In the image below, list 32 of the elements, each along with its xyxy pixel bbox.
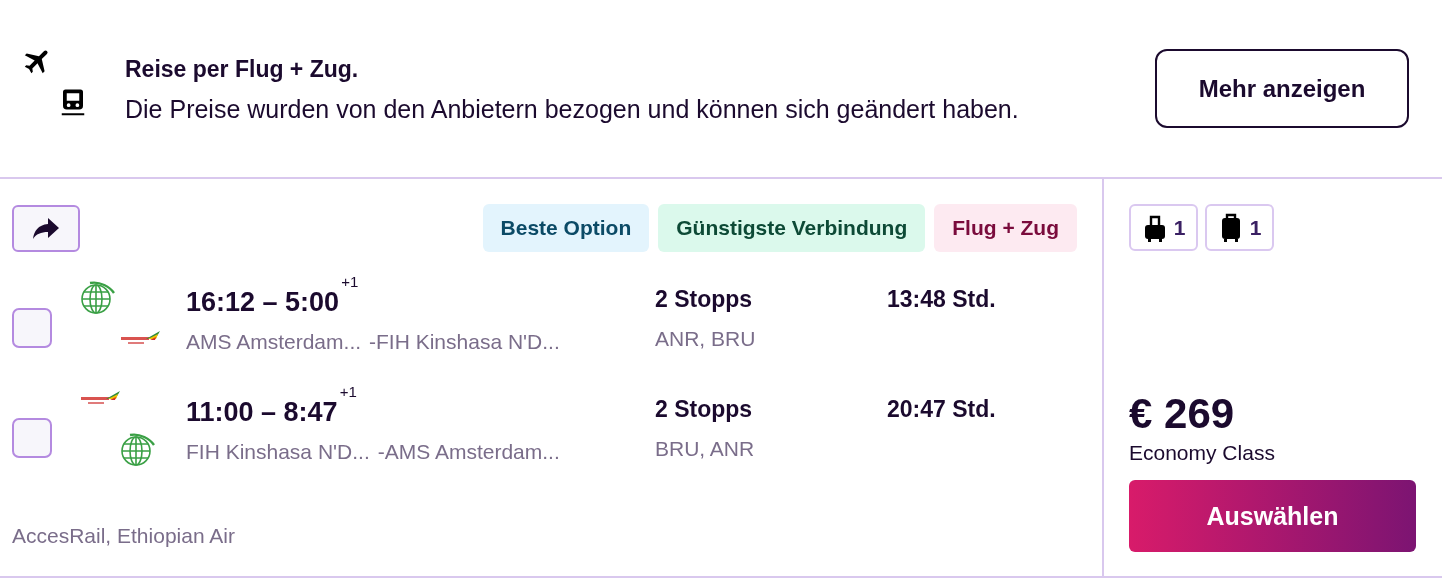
stops-count: 2 Stopps [655,285,754,314]
stopover-airports: BRU, ANR [655,436,756,462]
leg-checkbox[interactable] [12,308,52,348]
day-offset: +1 [339,383,357,400]
flight-duration: 20:47 Std. [887,395,996,424]
globe-logo-icon [120,431,156,467]
destination-airport: -AMS Amsterdam... [377,439,560,465]
flight-duration: 13:48 Std. [887,285,996,314]
cabin-class: Economy Class [1129,440,1276,466]
baggage-count: 1 [1173,215,1186,240]
globe-logo-icon [80,279,116,315]
tag-label: Flug + Zug [934,204,1077,252]
share-arrow-icon [32,216,60,240]
baggage-count: 1 [1249,215,1262,240]
flight-times: 11:00 – 8:47 [186,397,338,427]
banner-text: Die Preise wurden von den Anbietern bezogen und können sich geändert haben. [125,93,1020,125]
tag-label: Günstigste Verbindung [658,204,926,252]
banner-title: Reise per Flug + Zug. [125,54,360,84]
day-offset: +1 [341,273,359,290]
origin-airport: AMS Amsterdam... [186,329,362,355]
leg-checkbox[interactable] [12,418,52,458]
price: € 269 [1129,390,1236,438]
stops-count: 2 Stopps [655,395,754,424]
destination-airport: -FIH Kinshasa N'D... [369,329,560,355]
tag-label: Beste Option [482,204,650,252]
stopover-airports: ANR, BRU [655,326,757,352]
flight-times: 16:12 – 5:00 [186,287,340,317]
share-button[interactable] [12,204,80,252]
select-button[interactable]: Auswählen [1129,480,1416,552]
show-more-button[interactable]: Mehr anzeigen [1155,49,1409,128]
origin-airport: FIH Kinshasa N'D... [186,439,370,465]
carrier-names: AccesRail, Ethiopian Air [12,524,236,548]
